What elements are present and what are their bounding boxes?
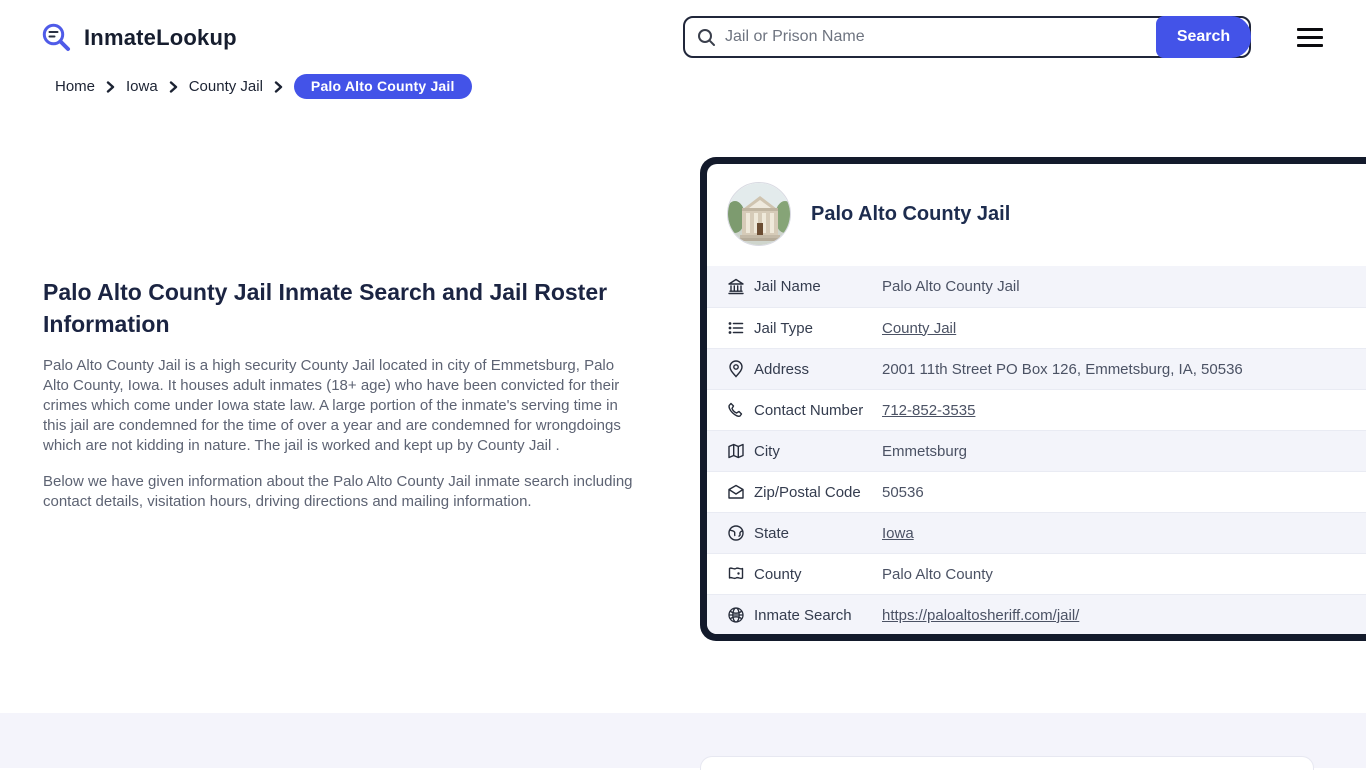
map-icon bbox=[727, 442, 745, 460]
jail-details-table: Jail Name Palo Alto County Jail Jail Typ… bbox=[707, 266, 1366, 634]
row-label: Inmate Search bbox=[754, 606, 852, 624]
row-value: Palo Alto County Jail bbox=[882, 278, 1020, 295]
table-row-inmate-search: Inmate Search https://paloaltosheriff.co… bbox=[707, 594, 1366, 634]
envelope-icon bbox=[727, 483, 745, 501]
search-button[interactable]: Search bbox=[1156, 16, 1251, 58]
breadcrumb: Home Iowa County Jail Palo Alto County J… bbox=[55, 74, 472, 99]
row-value: 50536 bbox=[882, 483, 924, 501]
map-pin-icon bbox=[727, 360, 745, 378]
table-row-zip: Zip/Postal Code 50536 bbox=[707, 471, 1366, 512]
bank-icon bbox=[727, 278, 745, 296]
list-icon bbox=[727, 319, 745, 337]
breadcrumb-current-badge: Palo Alto County Jail bbox=[293, 74, 472, 99]
jail-search-bar: Search bbox=[683, 16, 1251, 58]
contact-number-link[interactable]: 712-852-3535 bbox=[882, 402, 975, 419]
table-row-jail-type: Jail Type County Jail bbox=[707, 307, 1366, 348]
row-label: City bbox=[754, 442, 780, 460]
breadcrumb-home[interactable]: Home bbox=[55, 78, 95, 95]
row-value: 2001 11th Street PO Box 126, Emmetsburg,… bbox=[882, 360, 1243, 378]
jail-card-title: Palo Alto County Jail bbox=[811, 202, 1011, 225]
brand-logo[interactable]: InmateLookup bbox=[40, 21, 237, 55]
page-title: Palo Alto County Jail Inmate Search and … bbox=[43, 279, 608, 337]
chevron-right-icon bbox=[169, 80, 178, 93]
inmate-search-link[interactable]: https://paloaltosheriff.com/jail/ bbox=[882, 607, 1079, 624]
search-icon bbox=[697, 28, 716, 47]
row-label: Jail Type bbox=[754, 319, 813, 337]
inmatelookup-logo-icon bbox=[40, 21, 74, 55]
table-row-county: County Palo Alto County bbox=[707, 553, 1366, 594]
jail-type-link[interactable]: County Jail bbox=[882, 320, 956, 337]
article: Palo Alto County Jail Inmate Search and … bbox=[43, 276, 635, 512]
table-row-state: State Iowa bbox=[707, 512, 1366, 553]
table-row-jail-name: Jail Name Palo Alto County Jail bbox=[707, 266, 1366, 307]
breadcrumb-iowa[interactable]: Iowa bbox=[126, 78, 158, 95]
chevron-right-icon bbox=[106, 80, 115, 93]
jail-photo bbox=[727, 182, 791, 246]
earth-icon bbox=[727, 524, 745, 542]
jail-info-card: Palo Alto County Jail Jail Name Palo Alt… bbox=[700, 157, 1366, 641]
chevron-right-icon bbox=[274, 80, 283, 93]
flag-icon bbox=[727, 565, 745, 583]
card-header: Palo Alto County Jail bbox=[707, 164, 1366, 266]
row-label: Jail Name bbox=[754, 278, 821, 295]
brand-name: InmateLookup bbox=[84, 25, 237, 50]
row-value: Emmetsburg bbox=[882, 442, 968, 460]
breadcrumb-county-jail[interactable]: County Jail bbox=[189, 78, 263, 95]
menu-icon[interactable] bbox=[1297, 28, 1323, 47]
phone-icon bbox=[727, 401, 745, 419]
state-link[interactable]: Iowa bbox=[882, 525, 914, 542]
table-row-city: City Emmetsburg bbox=[707, 430, 1366, 471]
row-value: Palo Alto County bbox=[882, 565, 993, 583]
intro-paragraph: Palo Alto County Jail is a high security… bbox=[43, 357, 621, 454]
info-paragraph: Below we have given information about th… bbox=[43, 473, 633, 510]
table-row-contact: Contact Number 712-852-3535 bbox=[707, 389, 1366, 430]
row-label: County bbox=[754, 565, 802, 583]
row-label: Address bbox=[754, 360, 810, 378]
row-label: State bbox=[754, 524, 790, 542]
row-label: Zip/Postal Code bbox=[754, 483, 861, 501]
table-row-address: Address 2001 11th Street PO Box 126, Emm… bbox=[707, 348, 1366, 389]
row-label: Contact Number bbox=[754, 401, 864, 419]
globe-icon bbox=[727, 606, 745, 624]
